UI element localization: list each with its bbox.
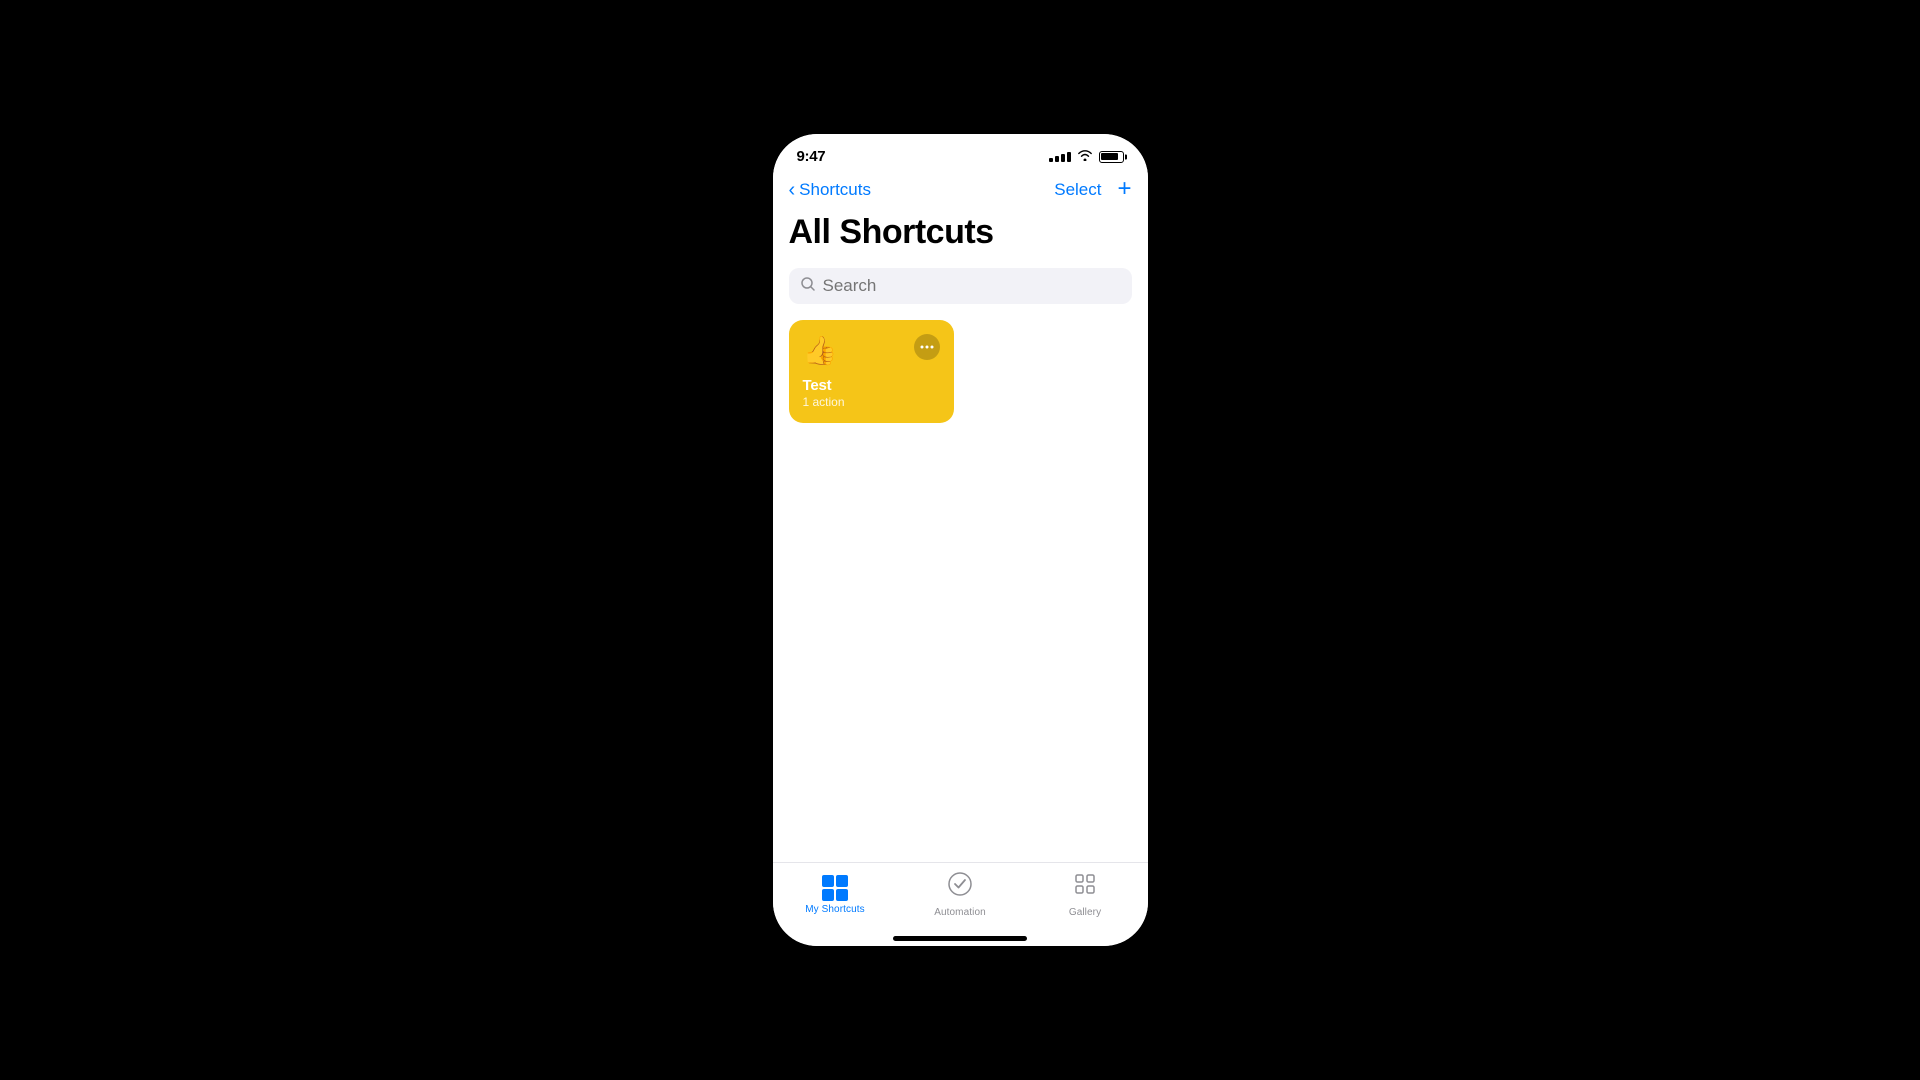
tab-automation-label: Automation — [934, 907, 986, 918]
home-indicator — [773, 938, 1148, 946]
add-button[interactable]: + — [1117, 177, 1131, 201]
wifi-icon — [1077, 149, 1093, 164]
back-button[interactable]: ‹ Shortcuts — [789, 180, 871, 200]
status-time: 9:47 — [797, 148, 826, 165]
back-chevron-icon: ‹ — [789, 180, 796, 200]
shortcuts-grid: 👍 Test 1 action — [789, 320, 1132, 439]
shortcut-menu-button[interactable] — [914, 334, 940, 360]
page-title: All Shortcuts — [789, 213, 1132, 252]
search-bar[interactable] — [789, 268, 1132, 304]
nav-actions: Select + — [1054, 179, 1131, 201]
shortcut-card-test[interactable]: 👍 Test 1 action — [789, 320, 955, 423]
back-label: Shortcuts — [799, 180, 871, 200]
tab-gallery[interactable]: Gallery — [1023, 871, 1148, 918]
shortcut-thumbs-up-icon: 👍 — [803, 334, 838, 367]
tab-gallery-label: Gallery — [1069, 907, 1101, 918]
tab-my-shortcuts[interactable]: My Shortcuts — [773, 875, 898, 915]
tab-my-shortcuts-label: My Shortcuts — [805, 904, 865, 915]
tab-bar: My Shortcuts Automation Ga — [773, 862, 1148, 938]
main-content: All Shortcuts 👍 — [773, 205, 1148, 862]
automation-icon — [947, 871, 973, 904]
nav-bar: ‹ Shortcuts Select + — [773, 171, 1148, 205]
select-button[interactable]: Select — [1054, 180, 1101, 200]
phone-frame: 9:47 ‹ — [773, 134, 1148, 946]
status-icons — [1049, 149, 1124, 164]
battery-icon — [1099, 151, 1124, 163]
gallery-icon — [1072, 871, 1098, 904]
signal-icon — [1049, 152, 1071, 162]
search-icon — [801, 277, 815, 295]
tab-automation[interactable]: Automation — [898, 871, 1023, 918]
shortcut-name: Test — [803, 377, 941, 394]
my-shortcuts-icon — [822, 875, 848, 901]
search-input[interactable] — [823, 276, 1120, 296]
status-bar: 9:47 — [773, 134, 1148, 171]
home-bar — [893, 936, 1027, 941]
shortcut-actions-count: 1 action — [803, 395, 941, 409]
